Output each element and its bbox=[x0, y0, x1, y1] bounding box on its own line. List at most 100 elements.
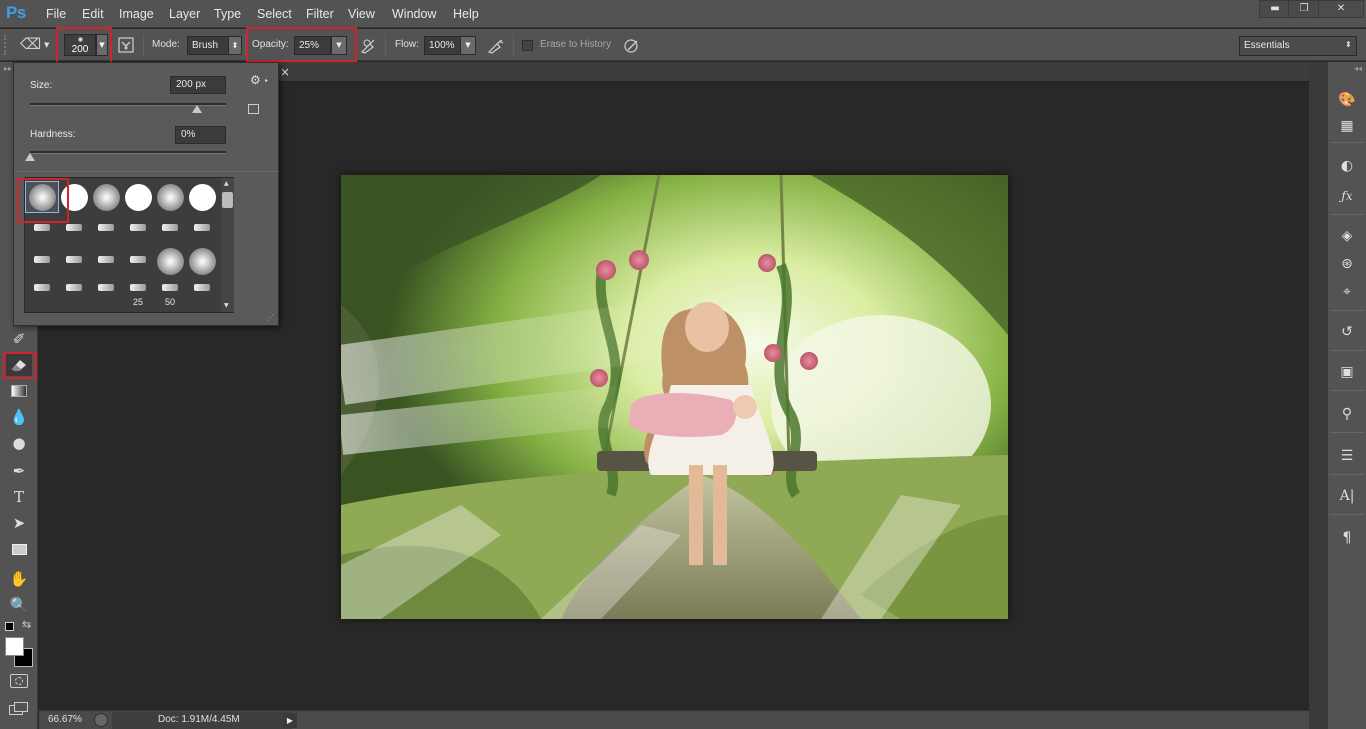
status-info-icon[interactable] bbox=[94, 713, 108, 727]
vertical-scrollbar[interactable] bbox=[1309, 62, 1327, 729]
brush-preset-stroke[interactable] bbox=[122, 214, 154, 244]
minimize-button[interactable]: ▬ bbox=[1259, 0, 1291, 18]
brush-panel-toggle-icon[interactable] bbox=[117, 36, 135, 54]
paths-icon[interactable]: ⌖ bbox=[1337, 282, 1357, 302]
restore-button[interactable]: ❐ bbox=[1288, 0, 1320, 18]
eraser-tool-preset-icon[interactable]: ⌫ bbox=[20, 35, 41, 53]
brush-preset-stroke[interactable] bbox=[90, 246, 122, 276]
adjustments-icon[interactable]: ◐ bbox=[1337, 156, 1357, 176]
options-grip[interactable] bbox=[4, 35, 12, 55]
workspace-dropdown-icon[interactable]: ⬍ bbox=[1345, 40, 1352, 49]
panel-resize-grip-icon[interactable]: ⋰ bbox=[266, 313, 274, 322]
gradient-icon[interactable] bbox=[6, 380, 32, 402]
brush-preset-stroke[interactable]: 50 bbox=[154, 278, 186, 308]
properties-icon[interactable]: ▣ bbox=[1337, 362, 1357, 382]
workspace-switcher[interactable]: Essentials bbox=[1239, 36, 1357, 56]
character-icon[interactable]: A| bbox=[1337, 486, 1357, 506]
rectangle-icon[interactable] bbox=[6, 538, 32, 560]
path-selection-icon[interactable]: ➤ bbox=[6, 512, 32, 534]
scroll-thumb[interactable] bbox=[222, 192, 233, 208]
mode-select[interactable]: Brush bbox=[187, 36, 229, 55]
brush-preset-stroke[interactable]: 25 bbox=[122, 278, 154, 308]
quick-mask-icon[interactable] bbox=[10, 674, 28, 688]
tool-preset-dropdown-icon[interactable]: ▼ bbox=[44, 41, 49, 49]
soft-round-brush-icon bbox=[189, 248, 216, 275]
history-brush-icon[interactable]: ✐ bbox=[6, 328, 32, 350]
default-colors-icon[interactable] bbox=[5, 622, 14, 631]
brush-preset-soft-round[interactable] bbox=[154, 182, 186, 212]
brush-preset-stroke[interactable] bbox=[186, 214, 218, 244]
hardness-slider-track[interactable] bbox=[30, 151, 226, 154]
brush-preset-hard-round[interactable] bbox=[122, 182, 154, 212]
status-menu-arrow-icon[interactable]: ▶ bbox=[283, 713, 297, 728]
brush-preset-soft-round[interactable] bbox=[154, 246, 186, 276]
opacity-highlight bbox=[246, 27, 357, 62]
menu-type[interactable]: Type bbox=[214, 7, 241, 21]
swap-colors-icon[interactable]: ⇆ bbox=[22, 618, 31, 631]
menu-select[interactable]: Select bbox=[257, 7, 292, 21]
dock-expand-icon[interactable]: ◂◂ bbox=[1354, 64, 1362, 73]
blur-icon[interactable]: 💧 bbox=[6, 406, 32, 428]
type-icon[interactable]: T bbox=[6, 486, 32, 508]
menu-view[interactable]: View bbox=[348, 7, 375, 21]
zoom-level[interactable]: 66.67% bbox=[48, 714, 82, 725]
history-icon[interactable]: ↺ bbox=[1337, 322, 1357, 342]
brush-preset-stroke[interactable] bbox=[26, 246, 58, 276]
erase-to-history-label: Erase to History bbox=[540, 39, 612, 50]
layers-icon[interactable]: ◈ bbox=[1337, 226, 1357, 246]
document-image[interactable] bbox=[341, 175, 1008, 619]
swatches-grid-icon[interactable]: ▦ bbox=[1337, 116, 1357, 136]
menu-edit[interactable]: Edit bbox=[82, 7, 104, 21]
preset-scrollbar[interactable]: ▲ ▼ bbox=[221, 178, 234, 312]
flow-dropdown[interactable]: ▼ bbox=[460, 36, 476, 55]
brush-preset-stroke[interactable] bbox=[154, 214, 186, 244]
menu-filter[interactable]: Filter bbox=[306, 7, 334, 21]
stroke-brush-icon bbox=[194, 284, 210, 291]
brush-preset-stroke[interactable] bbox=[90, 214, 122, 244]
scroll-up-icon[interactable]: ▲ bbox=[224, 180, 229, 187]
close-document-icon[interactable]: × bbox=[278, 65, 292, 79]
menu-image[interactable]: Image bbox=[119, 7, 154, 21]
channels-icon[interactable]: ⊛ bbox=[1337, 254, 1357, 274]
brush-preset-hard-round[interactable] bbox=[186, 182, 218, 212]
toolbar-collapse-icon[interactable]: ▸▸ bbox=[4, 64, 12, 73]
screen-mode-icon[interactable] bbox=[9, 702, 29, 716]
scroll-down-icon[interactable]: ▼ bbox=[224, 302, 229, 309]
brush-preset-stroke[interactable] bbox=[122, 246, 154, 276]
brush-preset-stroke[interactable] bbox=[26, 278, 58, 308]
mode-select-arrows[interactable]: ⬍ bbox=[228, 36, 242, 55]
brush-presets-icon[interactable]: ⚲ bbox=[1337, 404, 1357, 424]
hand-icon[interactable]: ✋ bbox=[6, 568, 32, 590]
brush-preset-stroke[interactable] bbox=[58, 278, 90, 308]
reset-brush-icon[interactable] bbox=[248, 104, 259, 114]
zoom-icon[interactable]: 🔍 bbox=[6, 594, 32, 616]
hardness-slider-thumb[interactable] bbox=[25, 153, 35, 161]
brush-preset-stroke[interactable] bbox=[186, 278, 218, 308]
pen-icon[interactable]: ✒ bbox=[6, 460, 32, 482]
color-palette-icon[interactable]: 🎨 bbox=[1337, 90, 1357, 110]
menu-help[interactable]: Help bbox=[453, 7, 479, 21]
flow-field[interactable]: 100% bbox=[424, 36, 461, 55]
brush-preset-soft-round[interactable] bbox=[90, 182, 122, 212]
menu-window[interactable]: Window bbox=[392, 7, 436, 21]
gear-icon[interactable]: ⚙ bbox=[250, 73, 261, 87]
paragraph-icon[interactable]: ¶ bbox=[1337, 528, 1357, 548]
dodge-icon[interactable]: ● bbox=[6, 432, 32, 454]
size-field[interactable]: 200 px bbox=[170, 76, 226, 94]
brush-preset-stroke[interactable] bbox=[90, 278, 122, 308]
styles-fx-icon[interactable]: ƒx bbox=[1337, 186, 1357, 206]
brush-settings-icon[interactable]: ☰ bbox=[1337, 446, 1357, 466]
brush-preset-soft-round[interactable] bbox=[186, 246, 218, 276]
brush-preset-stroke[interactable] bbox=[58, 246, 90, 276]
erase-to-history-checkbox[interactable] bbox=[522, 40, 533, 51]
menu-layer[interactable]: Layer bbox=[169, 7, 200, 21]
hardness-field[interactable]: 0% bbox=[175, 126, 226, 144]
size-slider-thumb[interactable] bbox=[191, 105, 202, 113]
gear-menu-arrow-icon[interactable]: ▸ bbox=[265, 77, 268, 84]
pressure-opacity-icon[interactable] bbox=[359, 37, 377, 55]
pressure-size-icon[interactable] bbox=[623, 37, 641, 55]
close-window-button[interactable]: ✕ bbox=[1318, 0, 1364, 18]
foreground-color-swatch[interactable] bbox=[5, 637, 24, 656]
menu-file[interactable]: File bbox=[46, 7, 66, 21]
airbrush-icon[interactable] bbox=[487, 37, 505, 55]
